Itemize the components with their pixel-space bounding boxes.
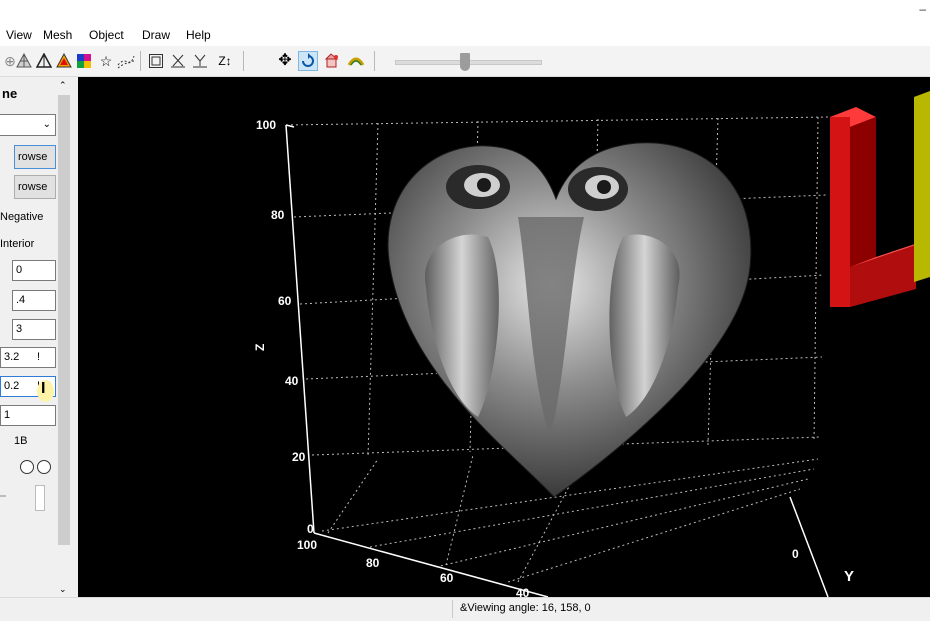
color-triangle-icon[interactable] <box>54 51 74 71</box>
panel-slider-thumb[interactable] <box>35 485 45 511</box>
param-field-4-value: 3.2 <box>4 351 20 363</box>
param-field-3[interactable]: 3 <box>12 319 56 340</box>
toolbar-separator <box>374 51 375 71</box>
mode-dropdown[interactable]: ⌄ <box>0 114 56 136</box>
slider-tick <box>0 495 6 497</box>
box-icon[interactable] <box>146 51 166 71</box>
heart-mesh[interactable] <box>387 142 752 498</box>
minimize-button[interactable]: – <box>919 2 926 16</box>
x-tick-80: 80 <box>366 556 380 570</box>
scroll-up-icon[interactable]: ⌃ <box>59 80 67 91</box>
x-tick-60: 60 <box>440 571 454 585</box>
color-patch-icon[interactable] <box>74 51 94 71</box>
yx-axis-icon[interactable] <box>190 51 210 71</box>
xy-axis-icon[interactable] <box>168 51 188 71</box>
menu-bar: View Mesh Object Draw Help – <box>0 0 930 46</box>
status-divider <box>452 600 453 618</box>
toolbar-separator <box>140 51 141 71</box>
chevron-down-icon: ⌄ <box>42 119 51 130</box>
text-cursor-icon: I <box>41 380 46 397</box>
rotate-icon[interactable] <box>298 51 318 71</box>
browse-button-2[interactable]: rowse <box>14 175 56 199</box>
scroll-down-icon[interactable]: ⌄ <box>59 584 67 595</box>
x-tick-40: 40 <box>516 586 530 597</box>
star-icon[interactable]: ☆ <box>96 51 116 71</box>
radio-button-1[interactable] <box>20 460 34 474</box>
3d-logo <box>830 91 930 307</box>
panel-scroll-thumb[interactable] <box>58 95 70 545</box>
z-axis-label: Z <box>253 344 267 351</box>
viewing-angle-status: &Viewing angle: 16, 158, 0 <box>460 602 591 614</box>
label-1b: 1B <box>14 435 28 447</box>
y-axis-label: Y <box>844 568 854 585</box>
panel-heading: ne <box>2 86 18 101</box>
z-tick-40: 40 <box>285 374 299 388</box>
status-bar: &Viewing angle: 16, 158, 0 <box>0 597 930 621</box>
negative-checkbox-label[interactable]: Negative <box>0 210 43 224</box>
param-field-4-suffix: ! <box>37 351 41 363</box>
x-tick-100: 100 <box>297 538 317 552</box>
param-field-5-value: 0.2 <box>4 380 20 392</box>
param-field-1[interactable]: 0 <box>12 260 56 281</box>
toolbar-separator <box>243 51 244 71</box>
param-field-4[interactable]: 3.2 ! <box>0 347 56 368</box>
z-tick-20: 20 <box>292 450 306 464</box>
menu-view[interactable]: View <box>6 28 32 42</box>
move-icon[interactable]: ✥ <box>275 51 295 71</box>
3d-viewport[interactable]: 100 80 60 40 20 0 Z 100 80 60 40 0 Y <box>78 77 930 597</box>
arc-icon[interactable] <box>346 51 366 71</box>
param-field-2[interactable]: .4 <box>12 290 56 311</box>
z-tick-0: 0 <box>307 522 314 536</box>
zoom-slider-thumb[interactable] <box>460 53 470 71</box>
cursor-highlight <box>37 380 54 402</box>
menu-mesh[interactable]: Mesh <box>43 28 72 42</box>
menu-object[interactable]: Object <box>89 28 124 42</box>
outline-triangle-icon[interactable] <box>34 51 54 71</box>
interior-checkbox-label[interactable]: Interior <box>0 237 34 251</box>
menu-help[interactable]: Help <box>186 28 211 42</box>
browse-button-1[interactable]: rowse <box>14 145 56 169</box>
param-field-6[interactable]: 1 <box>0 405 56 426</box>
z-tick-80: 80 <box>271 208 285 222</box>
y-tick-0: 0 <box>792 547 799 561</box>
menu-draw[interactable]: Draw <box>142 28 170 42</box>
z-tick-100: 100 <box>256 118 276 132</box>
dots-icon[interactable] <box>116 51 136 71</box>
light-icon[interactable] <box>322 51 342 71</box>
zt-axis-icon[interactable]: Z↕ <box>211 51 239 71</box>
z-tick-60: 60 <box>278 294 292 308</box>
radio-button-2[interactable] <box>37 460 51 474</box>
shaded-mesh-icon[interactable] <box>14 51 34 71</box>
